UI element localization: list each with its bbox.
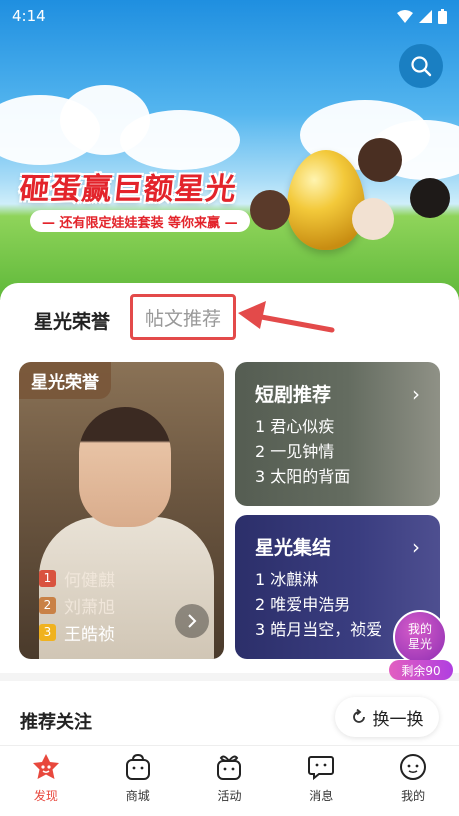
star-honor-card[interactable]: 星光荣誉 1 何健麒 2 刘萧旭 3 王皓祯: [19, 362, 224, 659]
nav-label: 活动: [217, 789, 242, 803]
star-badge-line2: 星光: [407, 637, 432, 651]
refresh-button[interactable]: 换一换: [335, 697, 439, 737]
nav-label: 消息: [309, 789, 334, 803]
chibi-character: [250, 190, 290, 230]
refresh-label: 换一换: [372, 709, 424, 730]
rank-number: 2: [39, 596, 56, 614]
banner-title: 砸蛋赢巨额星光: [17, 172, 239, 207]
tab-post-recommend[interactable]: 帖文推荐: [130, 294, 236, 340]
search-icon: [411, 56, 432, 77]
drama-recommend-card[interactable]: 短剧推荐 › 1 君心似疾 2 一见钟情 3 太阳的背面: [235, 362, 440, 506]
portrait-image: [79, 407, 171, 527]
chevron-right-icon: [188, 614, 197, 628]
chibi-character: [410, 178, 450, 218]
signal-icon: [419, 9, 432, 23]
battery-icon: [438, 8, 447, 24]
cloud: [120, 110, 240, 170]
profile-icon: [398, 752, 428, 782]
star-honor-tag: 星光荣誉: [19, 362, 111, 399]
hero-banner[interactable]: 4:14 砸蛋赢巨额星光 — 还有限定娃娃套装 等你来赢 —: [0, 0, 459, 300]
rank-name: 王皓祯: [64, 624, 115, 645]
status-bar: 4:14: [12, 6, 447, 26]
search-button[interactable]: [399, 44, 443, 88]
status-time: 4:14: [12, 7, 46, 25]
ranking-item[interactable]: 3 王皓祯: [39, 619, 115, 645]
nav-discover[interactable]: 发现: [0, 746, 92, 816]
honor-more-button[interactable]: [175, 604, 209, 638]
drama-item[interactable]: 3 太阳的背面: [255, 463, 350, 488]
shop-icon: [123, 752, 153, 782]
status-icons: [397, 8, 447, 24]
nav-shop[interactable]: 商城: [92, 746, 184, 816]
remaining-badge: 剩余90: [389, 660, 453, 680]
nav-message[interactable]: 消息: [275, 746, 367, 816]
recommend-title: 推荐关注: [20, 712, 92, 733]
nav-label: 商城: [125, 789, 150, 803]
chevron-right-icon: ›: [412, 535, 420, 559]
gather-item[interactable]: 3 皓月当空，祯爱: [255, 616, 382, 641]
drama-list: 1 君心似疾 2 一见钟情 3 太阳的背面: [255, 413, 350, 488]
nav-profile[interactable]: 我的: [367, 746, 459, 816]
ranking-item[interactable]: 1 何健麒: [39, 565, 115, 591]
drama-item[interactable]: 2 一见钟情: [255, 438, 350, 463]
rank-name: 何健麒: [64, 570, 115, 591]
my-star-badge[interactable]: 我的 星光: [393, 610, 447, 664]
banner-subtitle: — 还有限定娃娃套装 等你来赢 —: [30, 210, 250, 232]
gather-item[interactable]: 2 唯爱申浩男: [255, 591, 382, 616]
drama-item[interactable]: 1 君心似疾: [255, 413, 350, 438]
tab-bar: 星光荣誉 帖文推荐: [0, 283, 459, 355]
gather-card-title: 星光集结: [255, 537, 332, 559]
nav-activity[interactable]: 活动: [184, 746, 276, 816]
rank-number: 3: [39, 623, 56, 641]
recommend-follow-section: 推荐关注 换一换: [0, 681, 459, 745]
tab-star-honor[interactable]: 星光荣誉: [34, 307, 110, 334]
drama-card-title: 短剧推荐: [255, 384, 332, 406]
nav-label: 我的: [401, 789, 426, 803]
refresh-icon: [352, 709, 365, 723]
star-badge-line1: 我的: [407, 622, 432, 636]
chibi-character: [352, 198, 394, 240]
gather-list: 1 冰麒淋 2 唯爱申浩男 3 皓月当空，祯爱: [255, 566, 382, 641]
main-panel: 星光荣誉 帖文推荐 星光荣誉 1 何健麒 2 刘萧旭 3 王皓祯 短剧推荐 › …: [0, 283, 459, 673]
activity-icon: [214, 752, 244, 782]
wifi-icon: [397, 9, 413, 23]
annotation-arrow-icon: [238, 301, 335, 333]
ranking-item[interactable]: 2 刘萧旭: [39, 592, 115, 618]
message-icon: [306, 752, 336, 782]
gather-item[interactable]: 1 冰麒淋: [255, 566, 382, 591]
nav-label: 发现: [33, 789, 58, 803]
chevron-right-icon: ›: [412, 382, 420, 406]
discover-icon: [31, 752, 61, 782]
rank-name: 刘萧旭: [64, 597, 115, 618]
bottom-nav: 发现 商城 活动 消息 我的: [0, 745, 459, 816]
ranking-list: 1 何健麒 2 刘萧旭 3 王皓祯: [39, 565, 115, 646]
chibi-character: [358, 138, 402, 182]
rank-number: 1: [39, 569, 56, 587]
